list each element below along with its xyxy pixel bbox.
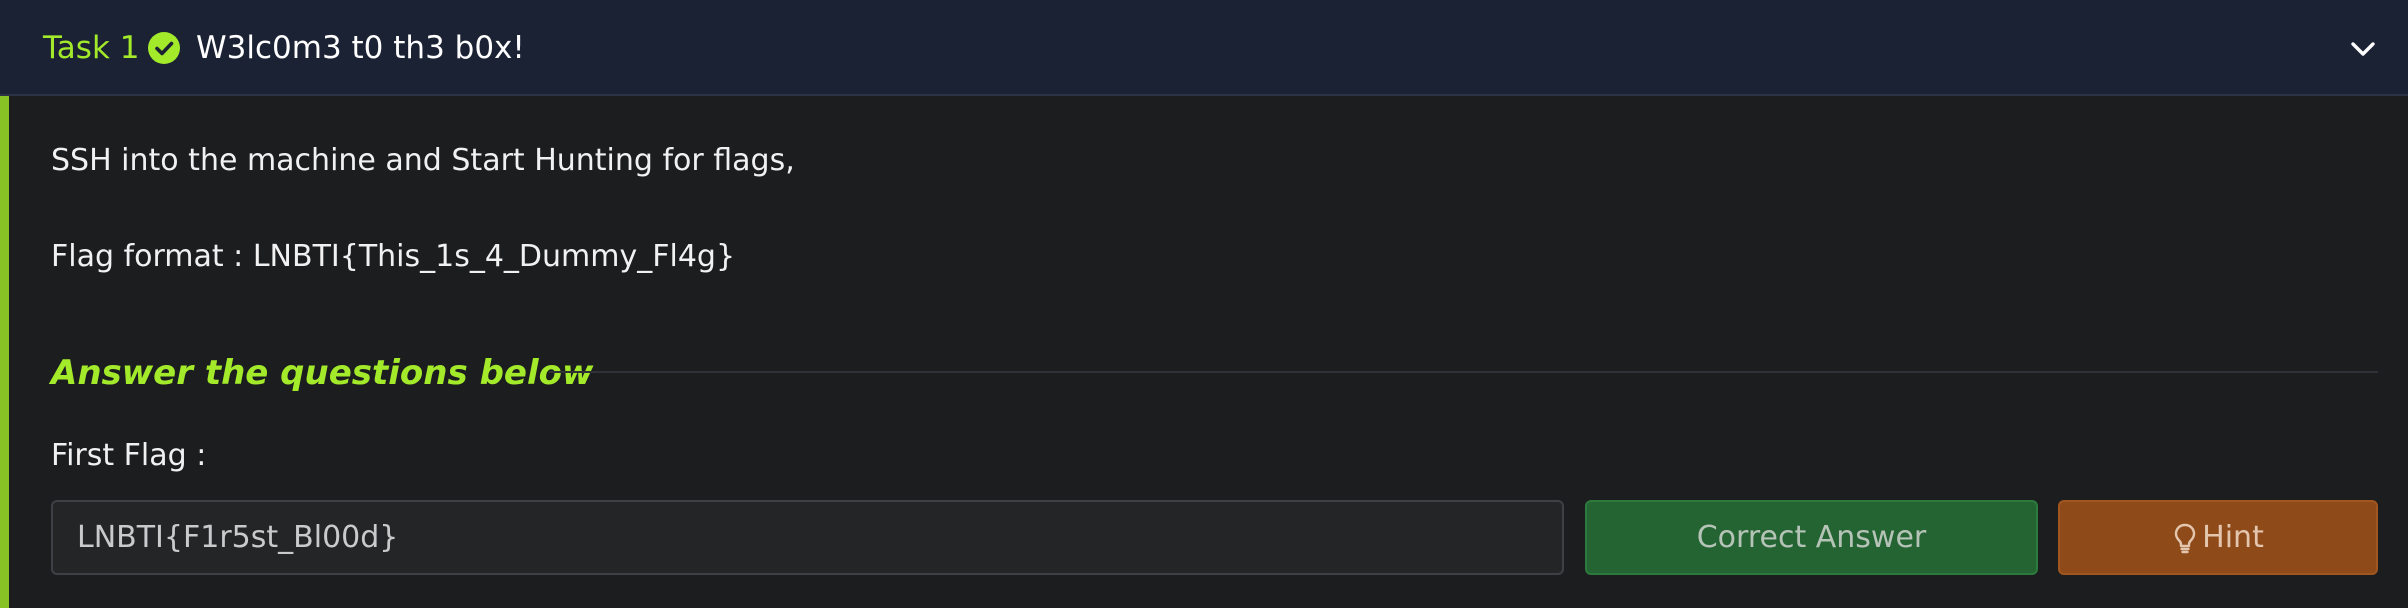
task-panel: Task 1 W3lc0m3 t0 th3 b0x! SSH into the … (0, 0, 2408, 608)
correct-answer-button[interactable]: Correct Answer (1585, 500, 2038, 575)
flag-format-text: Flag format : LNBTI{This_1s_4_Dummy_Fl4g… (51, 239, 736, 274)
hint-button[interactable]: Hint (2058, 500, 2378, 575)
task-number-label: Task 1 (43, 30, 140, 66)
lightbulb-icon (2174, 523, 2196, 553)
chevron-down-icon[interactable] (2348, 34, 2378, 64)
answer-questions-heading: Answer the questions below (51, 353, 594, 393)
answer-input[interactable] (51, 500, 1564, 575)
question-label: First Flag : (51, 438, 207, 473)
task-accent-bar (0, 96, 9, 608)
task-title: W3lc0m3 t0 th3 b0x! (196, 30, 525, 66)
task-intro-text: SSH into the machine and Start Hunting f… (51, 143, 795, 178)
hint-button-label: Hint (2202, 520, 2264, 555)
task-header[interactable]: Task 1 W3lc0m3 t0 th3 b0x! (0, 0, 2408, 96)
check-circle-icon (148, 32, 180, 64)
heading-divider (549, 371, 2378, 373)
